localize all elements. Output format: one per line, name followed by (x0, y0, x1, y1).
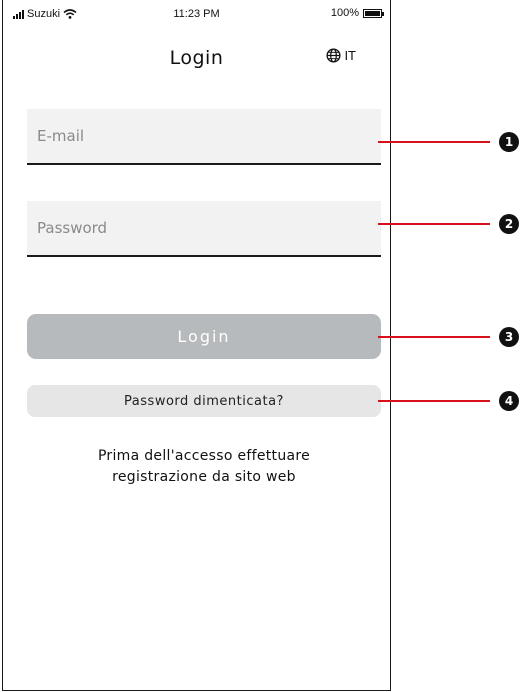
annotation-line-3 (378, 336, 490, 338)
registration-note-line2: registrazione da sito web (112, 469, 296, 485)
annotation-line-4 (378, 400, 490, 402)
annotation-badge-4: 4 (499, 391, 519, 411)
email-field-container (27, 109, 381, 165)
email-field[interactable] (27, 109, 381, 163)
annotation-badge-2: 2 (499, 214, 519, 234)
login-button[interactable]: Login (27, 314, 381, 359)
forgot-password-button[interactable]: Password dimenticata? (27, 385, 381, 417)
annotation-line-2 (378, 223, 490, 225)
globe-icon (326, 48, 341, 63)
registration-note-line1: Prima dell'accesso effettuare (97, 448, 311, 464)
battery-status: 100% (330, 7, 384, 19)
password-field-container (27, 201, 381, 257)
registration-note: Prima dell'accesso effettuare registrazi… (27, 446, 381, 488)
status-bar: Suzuki 11:23 PM 100% (3, 0, 390, 30)
battery-percent: 100% (330, 7, 359, 19)
battery-icon (363, 8, 384, 18)
annotation-badge-1: 1 (499, 132, 519, 152)
annotation-line-1 (378, 141, 490, 143)
phone-screen: Suzuki 11:23 PM 100% Login IT Login (2, 0, 391, 691)
language-code: IT (344, 48, 356, 63)
password-field[interactable] (27, 201, 381, 255)
annotation-badge-3: 3 (499, 327, 519, 347)
language-selector[interactable]: IT (326, 48, 356, 63)
